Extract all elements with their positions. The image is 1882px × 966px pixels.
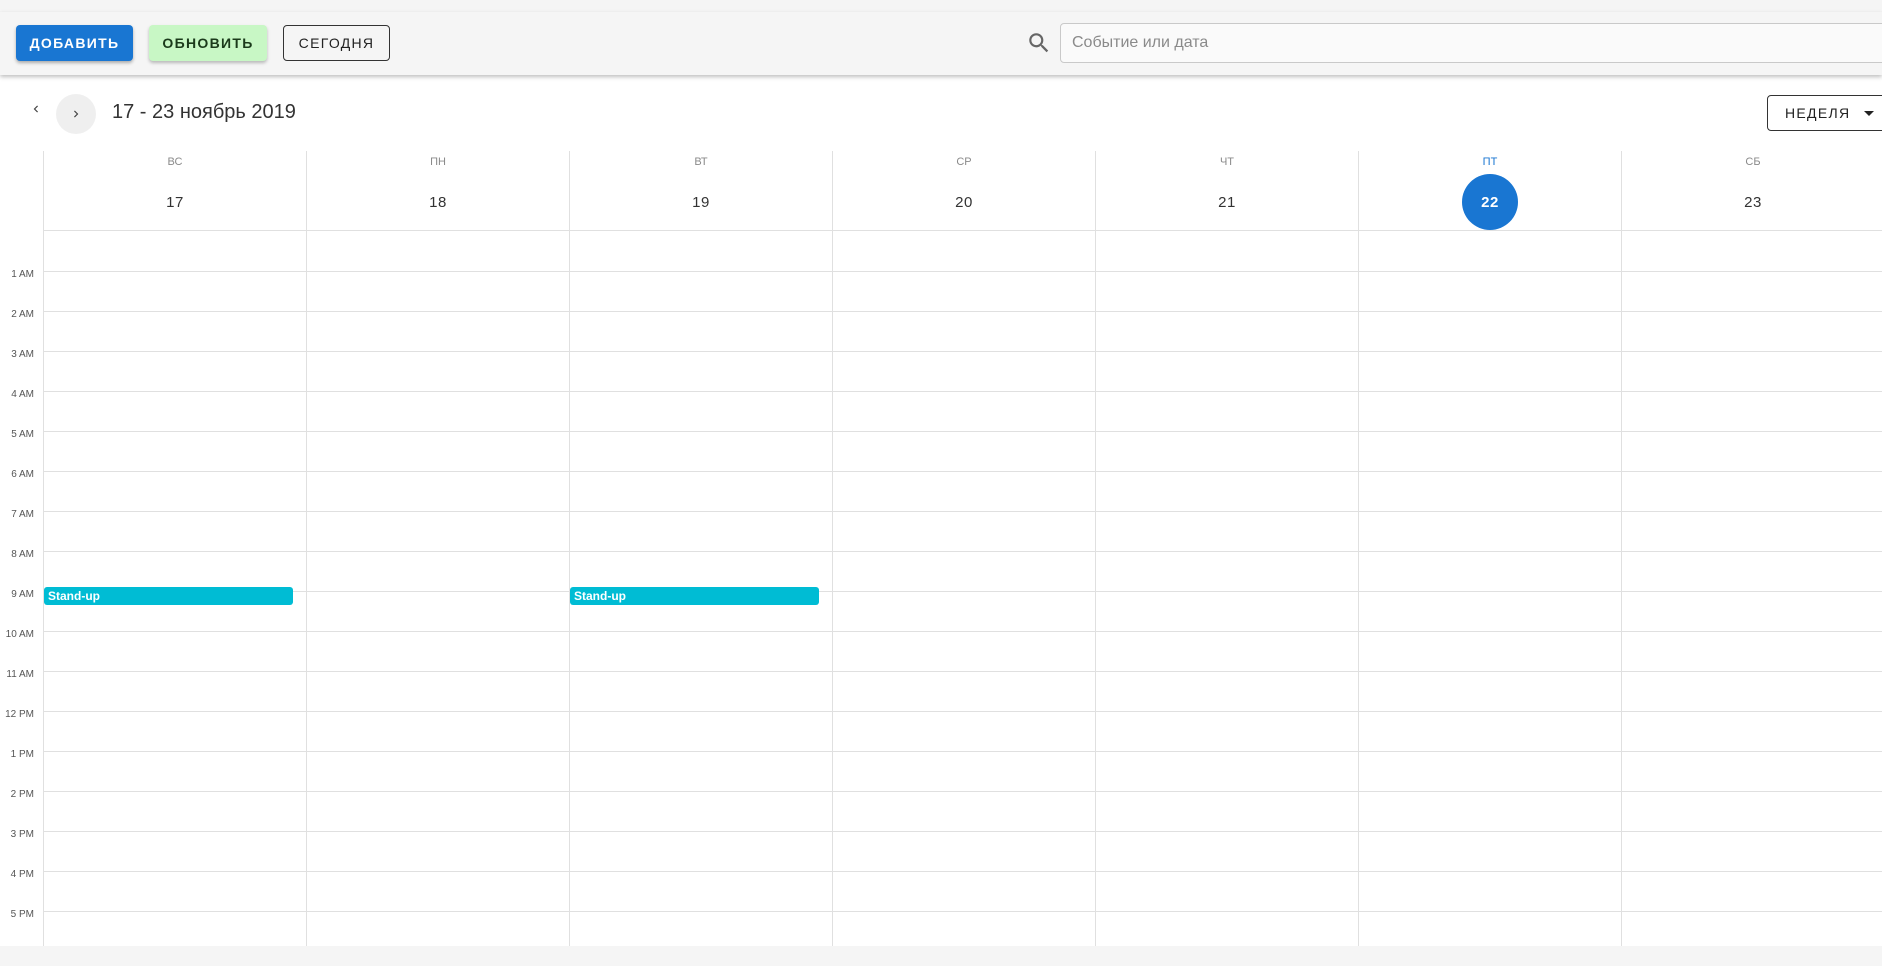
hour-label: 3 PM <box>10 829 34 840</box>
hour-line <box>43 751 1882 752</box>
day-name: Вс <box>167 156 183 168</box>
hour-line <box>43 631 1882 632</box>
hour-label: 8 AM <box>11 549 34 560</box>
hour-line <box>43 431 1882 432</box>
hour-line <box>43 671 1882 672</box>
hour-label: 10 AM <box>5 629 34 640</box>
hour-line <box>43 311 1882 312</box>
hour-label: 1 AM <box>11 269 34 280</box>
day-number[interactable]: 23 <box>1725 174 1781 230</box>
day-name: Сб <box>1745 156 1761 168</box>
caret-down-icon <box>1864 110 1875 116</box>
view-select-label: Неделя <box>1785 105 1851 121</box>
day-column[interactable] <box>1358 231 1621 946</box>
hour-label: 2 PM <box>10 789 34 800</box>
period-title: 17 - 23 ноябрь 2019 <box>112 101 296 123</box>
day-number[interactable]: 18 <box>410 174 466 230</box>
day-number[interactable]: 20 <box>936 174 992 230</box>
calendar-app: Добавить Обновить Сегодня 17 - 23 ноябрь… <box>0 0 1882 966</box>
day-header[interactable]: Пн 18 <box>306 151 569 230</box>
hour-line <box>43 511 1882 512</box>
today-button[interactable]: Сегодня <box>283 25 390 61</box>
chevron-left-icon <box>33 105 38 113</box>
toolbar: Добавить Обновить Сегодня <box>0 12 1882 75</box>
view-select[interactable]: Неделя <box>1767 95 1882 131</box>
hour-label: 6 AM <box>11 469 34 480</box>
prev-week-button[interactable] <box>22 95 50 123</box>
day-column[interactable] <box>832 231 1095 946</box>
hour-label: 5 PM <box>10 909 34 920</box>
day-header[interactable]: Сб 23 <box>1621 151 1882 230</box>
day-header[interactable]: Чт 21 <box>1095 151 1358 230</box>
hour-label: 2 AM <box>11 309 34 320</box>
day-number[interactable]: 19 <box>673 174 729 230</box>
hour-line <box>43 591 1882 592</box>
day-header[interactable]: Пт 22 <box>1358 151 1621 230</box>
hour-line <box>43 551 1882 552</box>
add-button[interactable]: Добавить <box>16 25 133 61</box>
day-name: Ср <box>956 156 972 168</box>
hour-line <box>43 911 1882 912</box>
hour-label: 7 AM <box>11 509 34 520</box>
hour-label: 3 AM <box>11 349 34 360</box>
hour-label: 12 PM <box>5 709 34 720</box>
hour-line <box>43 351 1882 352</box>
hour-label: 4 PM <box>10 869 34 880</box>
search-input[interactable] <box>1061 24 1882 62</box>
next-week-button[interactable] <box>56 94 96 134</box>
day-name: Чт <box>1219 156 1235 168</box>
search-icon <box>1026 30 1052 56</box>
calendar-event[interactable]: Stand-up <box>44 587 293 605</box>
hour-line <box>43 271 1882 272</box>
day-number[interactable]: 17 <box>147 174 203 230</box>
hour-line <box>43 831 1882 832</box>
calendar-event[interactable]: Stand-up <box>570 587 819 605</box>
hour-line <box>43 711 1882 712</box>
day-header[interactable]: Вс 17 <box>43 151 306 230</box>
day-name: Вт <box>694 156 708 168</box>
hour-label: 9 AM <box>11 589 34 600</box>
day-column[interactable] <box>306 231 569 946</box>
day-header[interactable]: Вт 19 <box>569 151 832 230</box>
refresh-button[interactable]: Обновить <box>149 25 267 61</box>
day-number[interactable]: 21 <box>1199 174 1255 230</box>
day-header[interactable]: Ср 20 <box>832 151 1095 230</box>
day-column[interactable] <box>1621 231 1882 946</box>
day-name: Пн <box>430 156 446 168</box>
search-field[interactable] <box>1060 23 1882 63</box>
hour-line <box>43 791 1882 792</box>
chevron-right-icon <box>74 110 79 118</box>
calendar-panel: 17 - 23 ноябрь 2019 Неделя Вс 17 Пн 18 Вт 19 С… <box>0 75 1882 946</box>
hour-label: 11 AM <box>6 669 34 680</box>
hour-label: 1 PM <box>10 749 34 760</box>
day-number[interactable]: 22 <box>1462 174 1518 230</box>
hour-line <box>43 471 1882 472</box>
day-column[interactable] <box>1095 231 1358 946</box>
hour-line <box>43 871 1882 872</box>
hour-label: 4 AM <box>11 389 34 400</box>
week-grid: Вс 17 Пн 18 Вт 19 Ср 20 Чт 21 Пт 22 Сб 23 1 AM 2 AM 3 AM… <box>0 151 1882 946</box>
hour-label: 5 AM <box>11 429 34 440</box>
hour-line <box>43 391 1882 392</box>
day-name: Пт <box>1482 156 1498 168</box>
